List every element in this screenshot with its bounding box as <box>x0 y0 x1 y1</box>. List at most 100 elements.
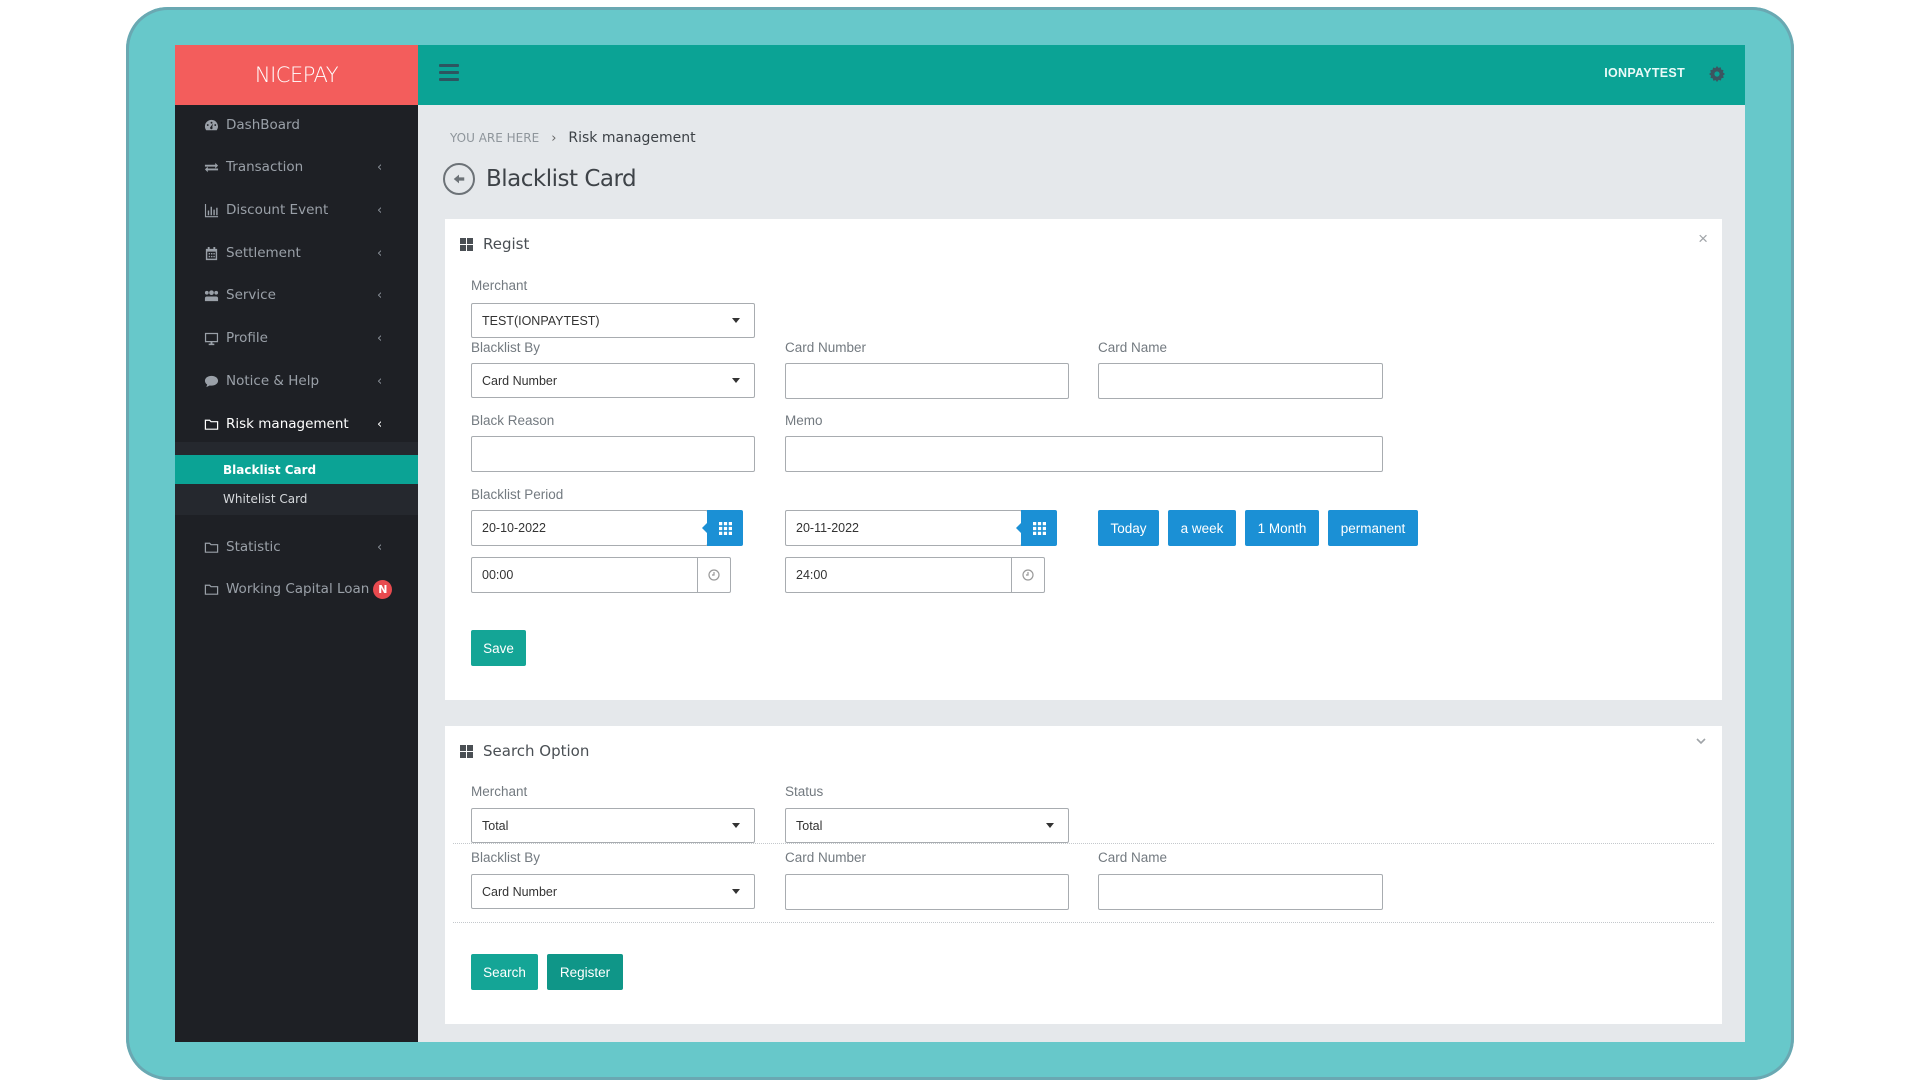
monitor-icon <box>203 330 219 346</box>
chevron-left-icon: ‹ <box>377 202 383 218</box>
quick-permanent-button[interactable]: permanent <box>1328 510 1418 546</box>
regist-panel-header: Regist <box>460 235 529 253</box>
quick-today-button[interactable]: Today <box>1098 510 1159 546</box>
merchant-select[interactable]: TEST(IONPAYTEST) <box>471 303 755 338</box>
sidebar-item-working-capital-loan[interactable]: Working Capital Loan N <box>175 569 418 609</box>
card-number-label: Card Number <box>785 340 867 355</box>
search-card-number-label: Card Number <box>785 850 867 865</box>
calendar-grid-icon <box>1032 521 1046 535</box>
chevron-left-icon: ‹ <box>377 539 383 555</box>
search-panel-header: Search Option <box>460 742 589 760</box>
folder-icon <box>203 416 219 432</box>
arrow-left-icon <box>453 174 465 184</box>
sidebar-item-risk-management[interactable]: Risk management ‹ <box>175 404 418 444</box>
sidebar-subitem-label: Blacklist Card <box>223 462 317 477</box>
sidebar-item-statistic[interactable]: Statistic ‹ <box>175 527 418 567</box>
search-card-name-label: Card Name <box>1098 850 1168 865</box>
chevron-down-icon[interactable] <box>1694 734 1708 748</box>
quick-week-button[interactable]: a week <box>1168 510 1236 546</box>
search-card-name-input[interactable] <box>1098 874 1383 910</box>
chevron-left-icon: ‹ <box>377 159 383 175</box>
sidebar-item-label: Settlement <box>226 245 301 261</box>
end-time-value: 24:00 <box>796 568 828 582</box>
sidebar-item-profile[interactable]: Profile ‹ <box>175 318 418 358</box>
start-date-calendar-button[interactable] <box>702 510 743 546</box>
regist-panel: Regist × Merchant TEST(IONPAYTEST) Black… <box>445 219 1722 700</box>
sidebar-subitem-label: Whitelist Card <box>223 491 308 506</box>
search-card-number-input[interactable] <box>785 874 1069 910</box>
sidebar-item-notice-help[interactable]: Notice & Help ‹ <box>175 361 418 401</box>
sidebar-item-transaction[interactable]: Transaction ‹ <box>175 147 418 187</box>
register-button[interactable]: Register <box>547 954 623 990</box>
card-name-input[interactable] <box>1098 363 1383 399</box>
start-time-input[interactable]: 00:00 <box>471 557 731 593</box>
hamburger-icon[interactable] <box>439 64 459 84</box>
caret-down-icon <box>732 889 740 894</box>
calendar-grid-icon <box>718 521 732 535</box>
app-screen: NICEPAY DashBoard Transaction ‹ Discount… <box>175 45 1745 1042</box>
folder-icon <box>203 539 219 555</box>
end-date-calendar-button[interactable] <box>1016 510 1057 546</box>
memo-input[interactable] <box>785 436 1383 472</box>
sidebar-subitem-blacklist-card[interactable]: Blacklist Card <box>175 455 418 484</box>
exchange-icon <box>203 159 219 175</box>
divider <box>453 843 1714 844</box>
sidebar: NICEPAY DashBoard Transaction ‹ Discount… <box>175 45 418 1042</box>
end-time-input[interactable]: 24:00 <box>785 557 1045 593</box>
divider <box>453 922 1714 923</box>
sidebar-subitem-whitelist-card[interactable]: Whitelist Card <box>175 484 418 513</box>
sidebar-item-discount-event[interactable]: Discount Event ‹ <box>175 190 418 230</box>
search-blacklist-by-value: Card Number <box>482 884 558 899</box>
quick-month-button[interactable]: 1 Month <box>1245 510 1319 546</box>
status-select[interactable]: Total <box>785 808 1069 843</box>
page-title: Blacklist Card <box>486 166 637 192</box>
card-number-input[interactable] <box>785 363 1069 399</box>
sidebar-item-label: Working Capital Loan <box>226 581 370 597</box>
users-icon <box>203 287 219 303</box>
sidebar-item-service[interactable]: Service ‹ <box>175 275 418 315</box>
caret-down-icon <box>1046 823 1054 828</box>
calendar-icon <box>203 245 219 261</box>
search-merchant-select[interactable]: Total <box>471 808 755 843</box>
start-time-value: 00:00 <box>482 568 514 582</box>
blacklist-period-label: Blacklist Period <box>471 487 564 502</box>
chevron-left-icon: ‹ <box>377 416 383 432</box>
bar-chart-icon <box>203 202 219 218</box>
black-reason-input[interactable] <box>471 436 755 472</box>
start-date-input[interactable]: 20-10-2022 <box>471 510 708 546</box>
sidebar-item-dashboard[interactable]: DashBoard <box>175 105 418 145</box>
th-large-icon <box>460 237 473 251</box>
regist-title: Regist <box>483 235 530 253</box>
search-blacklist-by-select[interactable]: Card Number <box>471 874 755 909</box>
merchant-select-value: TEST(IONPAYTEST) <box>482 313 600 328</box>
breadcrumb-current[interactable]: Risk management <box>568 130 695 146</box>
clock-icon[interactable] <box>697 558 730 592</box>
save-button[interactable]: Save <box>471 630 526 666</box>
clock-icon[interactable] <box>1011 558 1044 592</box>
comment-icon <box>203 373 219 389</box>
sidebar-item-label: Transaction <box>226 159 304 175</box>
status-label: Status <box>785 784 824 799</box>
search-button[interactable]: Search <box>471 954 538 990</box>
sidebar-item-settlement[interactable]: Settlement ‹ <box>175 233 418 273</box>
sidebar-item-label: Statistic <box>226 539 281 555</box>
folder-icon <box>203 581 219 597</box>
blacklist-by-select[interactable]: Card Number <box>471 363 755 398</box>
search-option-panel: Search Option Merchant Total Status Tota… <box>445 726 1722 1024</box>
sidebar-item-label: Risk management <box>226 416 349 432</box>
caret-down-icon <box>732 378 740 383</box>
sidebar-item-label: DashBoard <box>226 117 300 133</box>
user-menu[interactable]: IONPAYTEST <box>1604 66 1685 80</box>
back-button[interactable] <box>443 163 475 195</box>
search-merchant-value: Total <box>482 818 509 833</box>
sidebar-item-label: Discount Event <box>226 202 329 218</box>
black-reason-label: Black Reason <box>471 413 555 428</box>
close-icon[interactable]: × <box>1698 229 1708 249</box>
memo-label: Memo <box>785 413 823 428</box>
end-date-input[interactable]: 20-11-2022 <box>785 510 1022 546</box>
blacklist-by-label: Blacklist By <box>471 340 541 355</box>
brand-logo[interactable]: NICEPAY <box>175 45 418 105</box>
card-name-label: Card Name <box>1098 340 1168 355</box>
gear-icon[interactable] <box>1707 64 1727 84</box>
status-value: Total <box>796 818 823 833</box>
